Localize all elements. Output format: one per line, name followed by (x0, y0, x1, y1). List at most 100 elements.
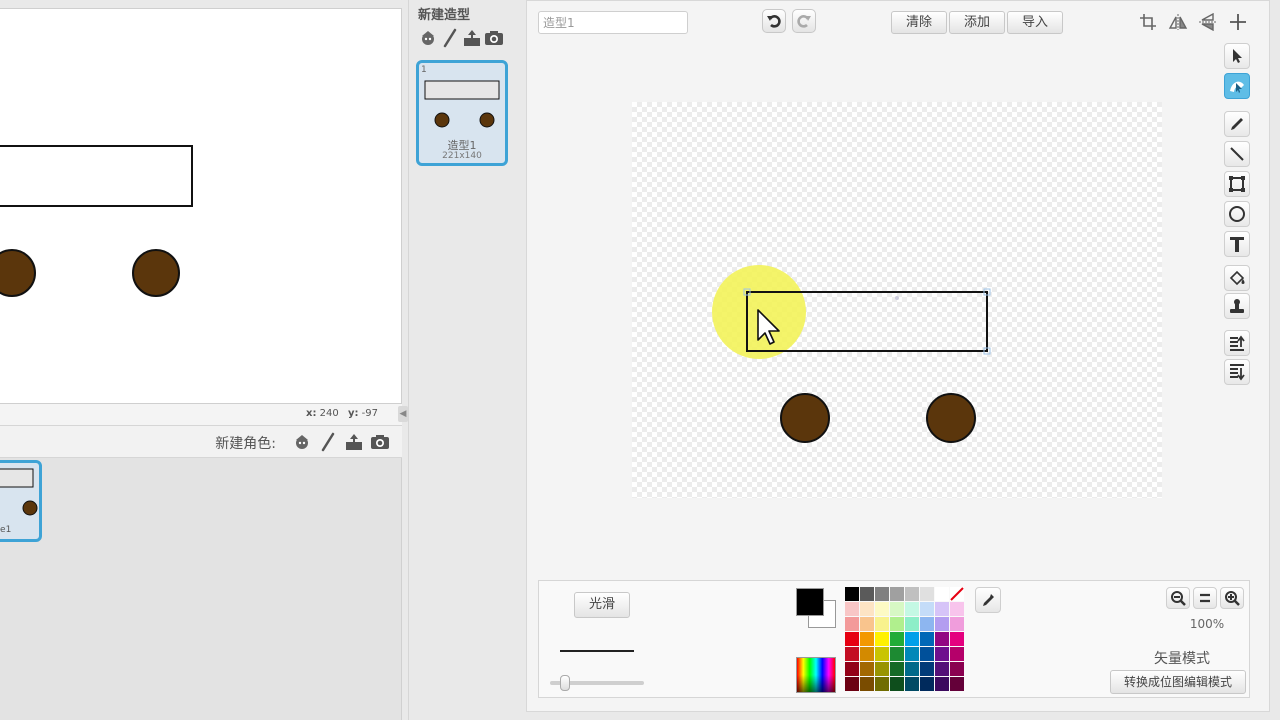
color-swatch[interactable] (905, 602, 919, 616)
color-swatch[interactable] (935, 587, 949, 601)
zoom-in-button[interactable] (1220, 587, 1244, 609)
import-button[interactable]: 导入 (1007, 11, 1063, 34)
paint-new-sprite-button[interactable] (318, 432, 338, 452)
line-tool[interactable] (1224, 141, 1250, 167)
smooth-button[interactable]: 光滑 (574, 592, 630, 618)
camera-sprite-button[interactable] (370, 432, 390, 452)
add-button[interactable]: 添加 (949, 11, 1005, 34)
color-swatch[interactable] (890, 632, 904, 646)
color-swatch[interactable] (845, 602, 859, 616)
zoom-out-button[interactable] (1166, 587, 1190, 609)
color-swatch[interactable] (950, 602, 964, 616)
color-spectrum-picker[interactable] (796, 657, 836, 693)
color-swatch[interactable] (935, 602, 949, 616)
color-swatch[interactable] (845, 662, 859, 676)
color-swatch[interactable] (950, 617, 964, 631)
color-swatch[interactable] (935, 677, 949, 691)
upload-sprite-button[interactable] (344, 432, 364, 452)
costume-name-input[interactable] (538, 11, 688, 34)
color-swatch[interactable] (920, 617, 934, 631)
choose-costume-from-library-button[interactable] (418, 28, 438, 48)
canvas-left-circle[interactable] (780, 393, 830, 443)
color-swatch[interactable] (935, 632, 949, 646)
color-swatch[interactable] (860, 632, 874, 646)
color-swatch[interactable] (875, 677, 889, 691)
color-swatch[interactable] (935, 647, 949, 661)
collapse-stage-button[interactable]: ◀ (398, 406, 408, 422)
paint-canvas[interactable] (632, 102, 1162, 498)
color-swatch[interactable] (875, 647, 889, 661)
undo-button[interactable] (762, 9, 786, 33)
convert-to-bitmap-button[interactable]: 转换成位图编辑模式 (1110, 670, 1246, 694)
color-swatch[interactable] (875, 587, 889, 601)
color-swatch[interactable] (875, 632, 889, 646)
rectangle-tool[interactable] (1224, 171, 1250, 197)
color-swatch[interactable] (845, 632, 859, 646)
primary-color-swatch[interactable] (796, 588, 824, 616)
color-swatch[interactable] (845, 647, 859, 661)
crop-button[interactable] (1136, 10, 1160, 34)
color-swatch[interactable] (845, 617, 859, 631)
color-swatch[interactable] (920, 602, 934, 616)
eyedropper-button[interactable] (975, 587, 1001, 613)
ellipse-tool[interactable] (1224, 201, 1250, 227)
color-swatch[interactable] (890, 617, 904, 631)
bring-forward-button[interactable] (1224, 330, 1250, 356)
color-swatch[interactable] (920, 677, 934, 691)
color-swatch[interactable] (905, 587, 919, 601)
color-swatch[interactable] (920, 587, 934, 601)
color-swatch[interactable] (890, 662, 904, 676)
stage[interactable] (0, 8, 402, 404)
color-swatch[interactable] (920, 647, 934, 661)
reset-zoom-button[interactable] (1193, 587, 1217, 609)
stamp-tool[interactable] (1224, 293, 1250, 319)
flip-vertical-button[interactable] (1196, 10, 1220, 34)
color-swatch[interactable] (905, 662, 919, 676)
color-swatch[interactable] (890, 677, 904, 691)
color-swatch[interactable] (905, 677, 919, 691)
color-swatch[interactable] (890, 647, 904, 661)
line-width-slider-handle[interactable] (560, 675, 570, 691)
text-tool[interactable] (1224, 231, 1250, 257)
flip-horizontal-button[interactable] (1166, 10, 1190, 34)
color-swatch[interactable] (905, 617, 919, 631)
color-swatch[interactable] (950, 587, 964, 601)
color-swatch[interactable] (860, 587, 874, 601)
send-backward-button[interactable] (1224, 359, 1250, 385)
redo-button[interactable] (792, 9, 816, 33)
flip-horizontal-icon (1168, 14, 1188, 30)
color-swatch[interactable] (905, 647, 919, 661)
canvas-right-circle[interactable] (926, 393, 976, 443)
color-swatch[interactable] (860, 647, 874, 661)
color-swatch[interactable] (890, 602, 904, 616)
color-swatch[interactable] (860, 677, 874, 691)
clear-button[interactable]: 清除 (891, 11, 947, 34)
color-swatch[interactable] (860, 617, 874, 631)
color-swatch[interactable] (920, 632, 934, 646)
color-swatch[interactable] (845, 677, 859, 691)
camera-costume-button[interactable] (484, 28, 504, 48)
color-swatch[interactable] (860, 602, 874, 616)
reshape-tool[interactable] (1224, 73, 1250, 99)
set-costume-center-button[interactable] (1226, 10, 1250, 34)
color-swatch[interactable] (875, 662, 889, 676)
color-swatch[interactable] (950, 647, 964, 661)
color-swatch[interactable] (935, 662, 949, 676)
color-swatch[interactable] (935, 617, 949, 631)
color-swatch[interactable] (920, 662, 934, 676)
fill-tool[interactable] (1224, 265, 1250, 291)
upload-costume-button[interactable] (462, 28, 482, 48)
choose-sprite-from-library-button[interactable] (292, 432, 312, 452)
color-swatch[interactable] (905, 632, 919, 646)
color-swatch[interactable] (950, 662, 964, 676)
select-tool[interactable] (1224, 43, 1250, 69)
paint-new-costume-button[interactable] (440, 28, 460, 48)
pencil-tool[interactable] (1224, 111, 1250, 137)
color-swatch[interactable] (950, 632, 964, 646)
color-swatch[interactable] (950, 677, 964, 691)
color-swatch[interactable] (845, 587, 859, 601)
color-swatch[interactable] (860, 662, 874, 676)
color-swatch[interactable] (875, 617, 889, 631)
color-swatch[interactable] (875, 602, 889, 616)
color-swatch[interactable] (890, 587, 904, 601)
